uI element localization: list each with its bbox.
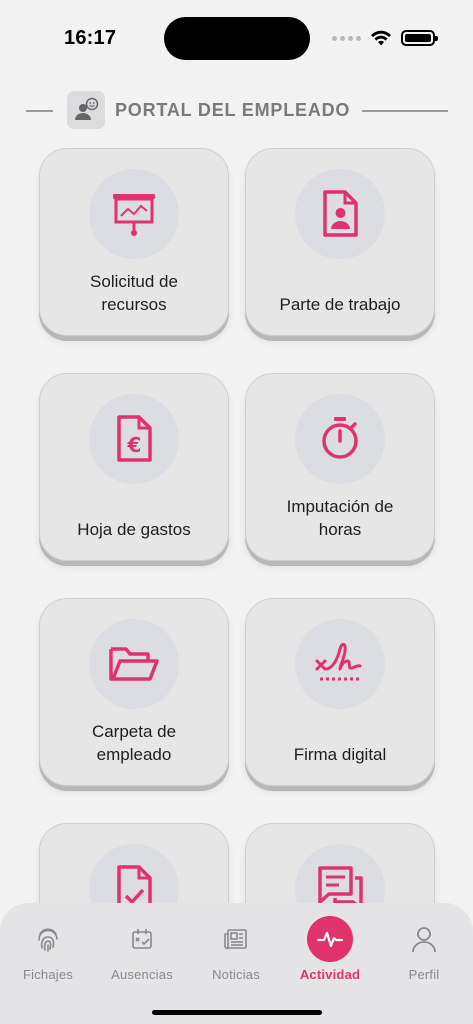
card-label: Solicitud de (90, 272, 178, 291)
folder-open-icon (89, 619, 179, 709)
document-person-icon (295, 169, 385, 259)
calendar-check-icon (128, 925, 156, 953)
wifi-icon (371, 30, 391, 46)
nav-item-actividad[interactable]: Actividad (285, 916, 375, 982)
activity-icon (307, 916, 353, 962)
card-parte-trabajo[interactable]: Parte de trabajo (245, 148, 435, 336)
section-header: PORTAL DEL EMPLEADO (0, 90, 473, 130)
nav-item-noticias[interactable]: Noticias (191, 925, 281, 982)
document-euro-icon: € (89, 394, 179, 484)
page-title: PORTAL DEL EMPLEADO (115, 100, 351, 120)
nav-label: Fichajes (22, 967, 73, 982)
nav-item-ausencias[interactable]: Ausencias (97, 925, 187, 982)
nav-item-fichajes[interactable]: Fichajes (3, 925, 93, 982)
cellular-signal-icon (332, 35, 361, 41)
card-label-line2: recursos (101, 295, 167, 314)
nav-label: Perfil (408, 967, 440, 982)
card-label: Parte de trabajo (279, 295, 401, 314)
home-indicator[interactable] (152, 1010, 322, 1015)
card-label: Carpeta de (91, 722, 177, 741)
bottom-navigation: Fichajes Ausencias Noticias Actividad Pe… (0, 903, 473, 1024)
battery-icon (401, 30, 438, 46)
divider-right (362, 110, 448, 112)
dynamic-island (164, 17, 310, 60)
stopwatch-icon (295, 394, 385, 484)
signature-icon (295, 619, 385, 709)
status-indicators (332, 30, 438, 46)
card-label: Imputación de (286, 497, 394, 516)
presentation-chart-icon (89, 169, 179, 259)
svg-text:€: € (127, 433, 142, 457)
card-label-line2: empleado (96, 745, 172, 764)
card-solicitud-recursos[interactable]: Solicitud de recursos (39, 148, 229, 336)
card-label-line2: horas (318, 520, 362, 539)
status-time: 16:17 (64, 27, 117, 49)
card-label: Firma digital (293, 745, 387, 764)
card-firma-digital[interactable]: Firma digital (245, 598, 435, 786)
card-carpeta-empleado[interactable]: Carpeta de empleado (39, 598, 229, 786)
person-icon (410, 925, 438, 953)
card-hoja-gastos[interactable]: € Hoja de gastos (39, 373, 229, 561)
user-chat-icon (67, 91, 105, 129)
fingerprint-icon (34, 925, 62, 953)
status-bar: 16:17 (0, 0, 473, 60)
newspaper-icon (222, 925, 250, 953)
nav-label: Actividad (299, 967, 361, 982)
nav-label: Noticias (212, 967, 260, 982)
nav-item-perfil[interactable]: Perfil (379, 925, 469, 982)
card-label: Hoja de gastos (77, 520, 191, 539)
divider-left (26, 110, 53, 112)
card-imputacion-horas[interactable]: Imputación de horas (245, 373, 435, 561)
nav-label: Ausencias (111, 967, 173, 982)
